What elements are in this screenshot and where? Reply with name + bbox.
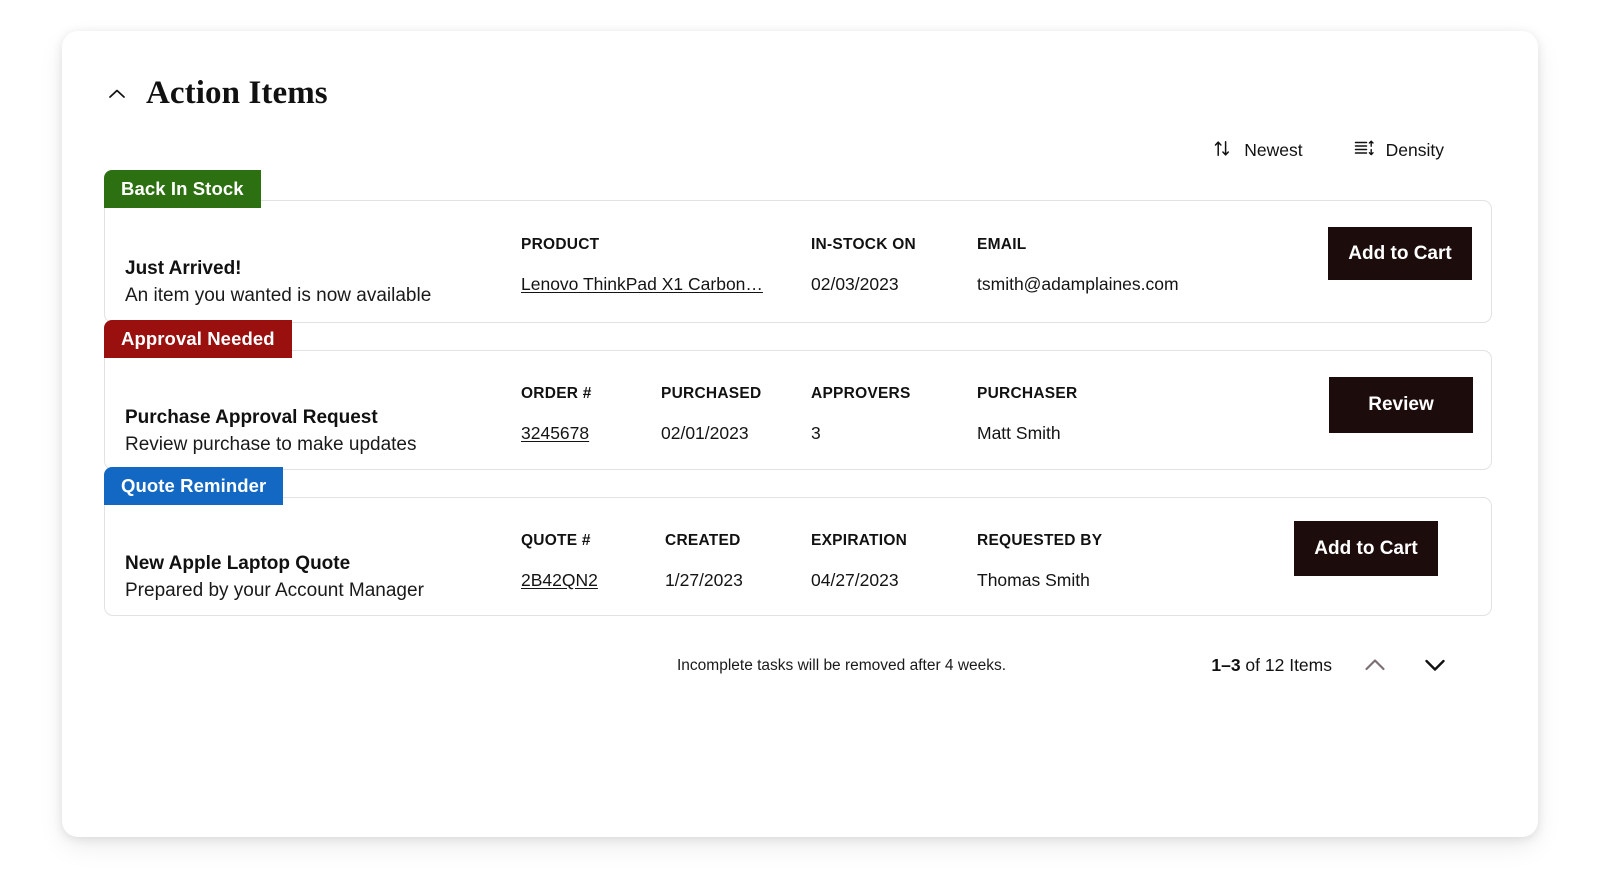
field-label: PURCHASED [661,386,811,402]
chevron-up-icon [1360,650,1390,683]
density-button[interactable]: Density [1351,134,1446,168]
review-button[interactable]: Review [1329,377,1473,433]
field-purchaser: PURCHASER Matt Smith [977,386,1267,442]
field-value: Thomas Smith [977,572,1267,590]
sort-newest-label: Newest [1244,142,1302,160]
product-link[interactable]: Lenovo ThinkPad X1 Carbon… [521,274,763,294]
field-label: REQUESTED BY [977,533,1267,549]
status-badge: Back In Stock [104,170,261,208]
field-product: PRODUCT Lenovo ThinkPad X1 Carbon… [521,237,811,293]
field-label: PURCHASER [977,386,1267,402]
field-quote-number: QUOTE # 2B42QN2 [521,533,665,589]
field-in-stock-on: IN-STOCK ON 02/03/2023 [811,237,977,293]
footer: Incomplete tasks will be removed after 4… [62,643,1538,689]
density-label: Density [1386,142,1444,160]
card-title: Purchase Approval Request [125,405,521,430]
field-created: CREATED 1/27/2023 [665,533,811,589]
footer-note: Incomplete tasks will be removed after 4… [677,658,1006,674]
field-value: 3245678 [521,425,661,443]
field-approvers: APPROVERS 3 [811,386,977,442]
sort-arrows-icon [1212,138,1233,164]
field-label: EXPIRATION [811,533,977,549]
action-item-card-wrap: Approval Needed Purchase Approval Reques… [104,350,1492,470]
action-items-list: Back In Stock Just Arrived! An item you … [62,200,1538,616]
field-value: 3 [811,425,977,443]
pagination-prev-button[interactable] [1358,648,1392,685]
field-label: PRODUCT [521,237,811,253]
field-requested-by: REQUESTED BY Thomas Smith [977,533,1267,589]
field-purchased: PURCHASED 02/01/2023 [661,386,811,442]
field-value: Lenovo ThinkPad X1 Carbon… [521,276,811,294]
sort-newest-button[interactable]: Newest [1210,134,1304,168]
field-label: EMAIL [977,237,1277,253]
action-item-card: Just Arrived! An item you wanted is now … [104,200,1492,323]
field-email: EMAIL tsmith@adamplaines.com [977,237,1277,293]
density-lines-icon [1353,138,1375,164]
action-item-card: New Apple Laptop Quote Prepared by your … [104,497,1492,616]
field-order-number: ORDER # 3245678 [521,386,661,442]
pagination-range: 1–3 [1211,655,1240,675]
field-label: APPROVERS [811,386,977,402]
field-expiration: EXPIRATION 04/27/2023 [811,533,977,589]
field-label: CREATED [665,533,811,549]
toolbar: Newest Density [62,110,1538,168]
add-to-cart-button[interactable]: Add to Cart [1294,521,1438,576]
card-subtitle: An item you wanted is now available [125,283,521,309]
quote-number-link[interactable]: 2B42QN2 [521,570,598,590]
card-title-block: New Apple Laptop Quote Prepared by your … [105,498,521,604]
page-title: Action Items [146,77,328,110]
card-title: Just Arrived! [125,256,521,281]
field-label: ORDER # [521,386,661,402]
field-label: QUOTE # [521,533,665,549]
order-number-link[interactable]: 3245678 [521,423,589,443]
add-to-cart-button[interactable]: Add to Cart [1328,227,1472,280]
card-title-block: Just Arrived! An item you wanted is now … [105,201,521,309]
card-title-block: Purchase Approval Request Review purchas… [105,351,521,458]
chevron-up-icon[interactable] [104,81,130,107]
field-value: Matt Smith [977,425,1267,443]
field-value: 02/03/2023 [811,276,977,294]
status-badge: Quote Reminder [104,467,283,505]
field-value: 2B42QN2 [521,572,665,590]
field-value: 04/27/2023 [811,572,977,590]
field-label: IN-STOCK ON [811,237,977,253]
panel-header: Action Items [62,31,1538,110]
pagination-count: 1–3 of 12 Items [1211,657,1332,675]
pagination-total: of 12 Items [1241,655,1332,675]
action-item-card-wrap: Back In Stock Just Arrived! An item you … [104,200,1492,323]
pagination-next-button[interactable] [1418,648,1452,685]
action-items-panel: Action Items Newest Density [62,31,1538,837]
field-value: 02/01/2023 [661,425,811,443]
chevron-down-icon [1420,650,1450,683]
status-badge: Approval Needed [104,320,292,358]
action-item-card-wrap: Quote Reminder New Apple Laptop Quote Pr… [104,497,1492,616]
field-value: 1/27/2023 [665,572,811,590]
pagination: 1–3 of 12 Items [1211,648,1452,685]
card-subtitle: Review purchase to make updates [125,432,521,458]
action-item-card: Purchase Approval Request Review purchas… [104,350,1492,470]
field-value: tsmith@adamplaines.com [977,276,1277,294]
card-subtitle: Prepared by your Account Manager [125,578,521,604]
card-title: New Apple Laptop Quote [125,551,521,576]
